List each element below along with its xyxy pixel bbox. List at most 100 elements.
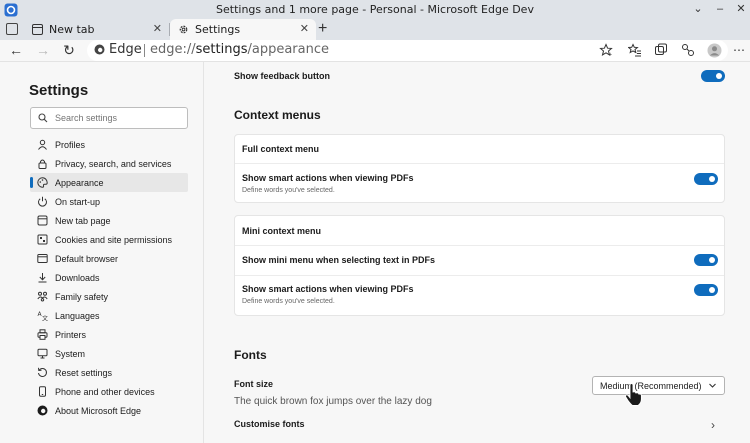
mini-context-menu-header: Mini context menu [242, 226, 322, 236]
sidebar-item-label: Printers [55, 330, 87, 340]
sidebar-item-phone-devices[interactable]: Phone and other devices [30, 382, 188, 401]
font-size-select[interactable]: Medium (Recommended) [592, 376, 725, 395]
browser-icon [37, 254, 48, 263]
sidebar-item-label: Profiles [55, 140, 86, 150]
site-label: Edge [109, 42, 142, 57]
mini-smart-actions-description: Define words you've selected. [242, 298, 335, 305]
sidebar-item-printers[interactable]: Printers [30, 325, 188, 344]
font-size-label: Font size [234, 379, 274, 389]
sidebar-item-label: Phone and other devices [55, 387, 155, 397]
smart-actions-description: Define words you've selected. [242, 187, 335, 194]
sidebar-item-languages[interactable]: A文 Languages [30, 306, 188, 325]
minimize-icon[interactable]: – [712, 2, 728, 16]
tab-settings[interactable]: Settings ✕ [170, 19, 316, 40]
chevron-right-icon[interactable]: › [711, 418, 715, 432]
sidebar-item-label: Cookies and site permissions [55, 235, 173, 245]
sidebar-item-profiles[interactable]: Profiles [30, 135, 188, 154]
settings-sidebar: Settings Profiles Privacy, search, and s… [0, 62, 204, 443]
search-settings-box[interactable] [30, 107, 188, 129]
show-feedback-toggle[interactable] [701, 70, 725, 82]
full-smart-actions-toggle[interactable] [694, 173, 718, 185]
fonts-title: Fonts [234, 348, 267, 362]
sidebar-item-label: Languages [55, 311, 100, 321]
favorites-icon[interactable] [628, 43, 642, 57]
forward-arrow-icon[interactable]: → [35, 42, 51, 58]
gear-icon [179, 25, 188, 34]
svg-text:+: + [609, 52, 612, 57]
lock-icon [38, 159, 47, 169]
sidebar-item-label: Downloads [55, 273, 100, 283]
profile-avatar-icon[interactable] [707, 43, 722, 58]
smart-actions-label: Show smart actions when viewing PDFs [242, 173, 414, 183]
url-text[interactable]: edge://settings/appearance [150, 42, 329, 57]
close-tab-icon[interactable]: ✕ [300, 22, 309, 35]
new-tab-plus-icon[interactable]: + [318, 20, 327, 38]
close-tab-icon[interactable]: ✕ [153, 22, 162, 35]
new-tab-page-icon [32, 24, 43, 35]
title-bar: Settings and 1 more page - Personal - Mi… [0, 0, 750, 19]
sidebar-item-label: Privacy, search, and services [55, 159, 172, 169]
url-rest: /appearance [247, 42, 329, 57]
tab-new-tab[interactable]: New tab ✕ [24, 19, 169, 40]
phone-icon [39, 386, 46, 397]
refresh-icon[interactable]: ↻ [61, 42, 77, 58]
sidebar-item-label: New tab page [55, 216, 111, 226]
window-chevron-icon[interactable]: ⌄ [690, 2, 706, 16]
back-arrow-icon[interactable]: ← [8, 42, 24, 58]
hand-cursor-icon [625, 383, 642, 406]
power-icon [38, 196, 47, 207]
font-sample-text: The quick brown fox jumps over the lazy … [234, 396, 432, 407]
sidebar-item-appearance[interactable]: Appearance [30, 173, 188, 192]
toolbar: ← → ↻ Edge edge://settings/appearance + … [0, 40, 750, 62]
card-divider [235, 245, 724, 246]
sidebar-item-new-tab-page[interactable]: New tab page [30, 211, 188, 230]
svg-text:文: 文 [42, 315, 48, 322]
mini-menu-toggle[interactable] [694, 254, 718, 266]
reset-icon [38, 367, 47, 377]
system-icon [37, 348, 48, 359]
address-divider [144, 44, 145, 57]
sidebar-item-reset-settings[interactable]: Reset settings [30, 363, 188, 382]
mini-smart-actions-toggle[interactable] [694, 284, 718, 296]
sidebar-item-privacy[interactable]: Privacy, search, and services [30, 154, 188, 173]
chevron-down-icon [709, 383, 716, 388]
url-path: settings [195, 42, 248, 57]
search-input[interactable] [55, 111, 183, 125]
settings-title: Settings [29, 82, 89, 99]
sidebar-item-about-edge[interactable]: About Microsoft Edge [30, 401, 188, 420]
customise-fonts-label[interactable]: Customise fonts [234, 419, 305, 429]
close-window-icon[interactable]: ✕ [733, 2, 749, 16]
full-context-menu-card: Full context menu Show smart actions whe… [234, 134, 725, 203]
search-icon [38, 113, 48, 123]
family-icon [37, 291, 48, 302]
more-menu-icon[interactable]: ⋯ [731, 42, 747, 58]
appearance-settings-panel: Show feedback button Context menus Full … [205, 62, 750, 443]
sidebar-item-system[interactable]: System [30, 344, 188, 363]
edge-logo-icon [94, 44, 105, 55]
sidebar-item-cookies[interactable]: Cookies and site permissions [30, 230, 188, 249]
url-prefix: edge:// [150, 42, 196, 57]
sidebar-item-default-browser[interactable]: Default browser [30, 249, 188, 268]
tab-label: New tab [49, 23, 95, 36]
collections-icon[interactable] [654, 43, 668, 57]
sidebar-item-downloads[interactable]: Downloads [30, 268, 188, 287]
profile-icon [38, 139, 47, 150]
download-icon [38, 273, 47, 283]
site-permissions-icon [37, 234, 48, 245]
window-title: Settings and 1 more page - Personal - Mi… [216, 3, 534, 16]
sidebar-item-on-start-up[interactable]: On start-up [30, 192, 188, 211]
new-tab-icon [37, 215, 48, 226]
card-divider [235, 163, 724, 164]
palette-icon [37, 177, 48, 188]
sidebar-item-label: Reset settings [55, 368, 113, 378]
sidebar-item-family-safety[interactable]: Family safety [30, 287, 188, 306]
sidebar-item-label: Appearance [55, 178, 104, 188]
sidebar-item-label: On start-up [55, 197, 101, 207]
tab-actions-icon[interactable] [6, 23, 18, 35]
extensions-icon[interactable] [681, 43, 695, 57]
mini-menu-label: Show mini menu when selecting text in PD… [242, 255, 436, 265]
sidebar-item-label: Family safety [55, 292, 109, 302]
add-favorite-star-icon[interactable]: + [599, 43, 613, 57]
card-divider [235, 275, 724, 276]
context-menus-title: Context menus [234, 108, 321, 122]
